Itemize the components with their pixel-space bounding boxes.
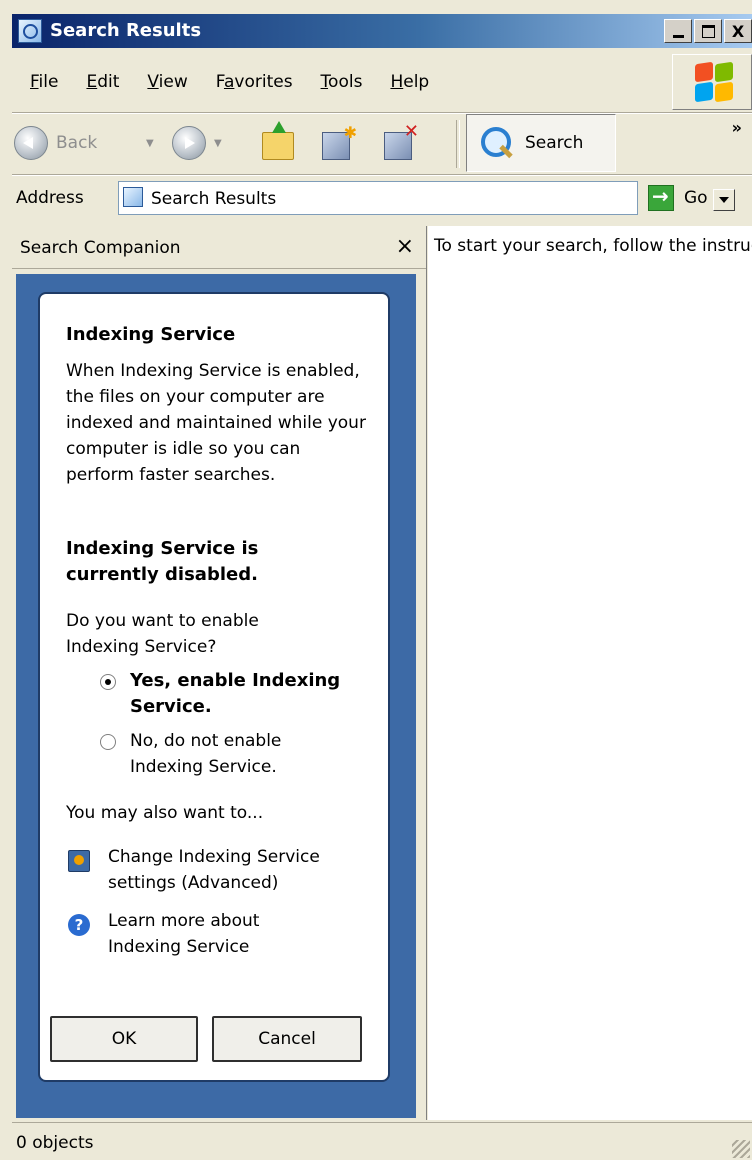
address-label: Address [16, 188, 84, 208]
search-companion-pane: Search Companion × Indexing Service When… [12, 226, 427, 1120]
menu-favorites[interactable]: Favorites [202, 72, 307, 92]
cancel-button[interactable]: Cancel [212, 1016, 362, 1062]
address-field[interactable]: Search Results [118, 181, 735, 215]
search-icon [481, 127, 511, 157]
maximize-button[interactable] [694, 19, 722, 43]
windows-flag-icon [695, 61, 735, 103]
up-folder-icon[interactable] [262, 121, 294, 160]
menu-edit[interactable]: Edit [72, 72, 133, 92]
radio-no-label[interactable]: No, do not enable Indexing Service. [130, 728, 350, 780]
close-icon: X [731, 21, 745, 41]
question-text: Do you want to enable Indexing Service? [66, 611, 259, 657]
new-item-icon[interactable]: ✱ [322, 123, 357, 160]
back-dropdown-icon[interactable]: ▼ [146, 138, 154, 149]
toolbar-divider [12, 174, 752, 176]
go-arrow-icon[interactable] [648, 184, 674, 211]
radio-no[interactable] [100, 734, 116, 750]
menu-view[interactable]: View [133, 72, 201, 92]
menu-tools[interactable]: Tools [307, 72, 377, 92]
also-label: You may also want to... [66, 803, 264, 823]
address-dropdown-icon[interactable] [713, 189, 735, 211]
forward-dropdown-icon[interactable]: ▼ [214, 138, 222, 149]
status-text: Indexing Service is currently disabled. [66, 538, 259, 585]
explorer-window: Search Results X File Edit View Favorite… [0, 0, 752, 1159]
back-arrow-icon[interactable] [14, 126, 48, 160]
title-bar[interactable]: Search Results X [12, 14, 752, 48]
search-button-label: Search [525, 133, 584, 153]
results-pane: To start your search, follow the instruc… [428, 226, 752, 1120]
results-message: To start your search, follow the instruc… [434, 236, 752, 256]
status-text: 0 objects [16, 1133, 94, 1153]
settings-icon [68, 850, 90, 872]
delete-icon[interactable]: ✕ [384, 121, 419, 160]
windows-logo-box [672, 54, 752, 110]
pane-title: Search Companion [20, 238, 181, 258]
card-heading: Indexing Service [66, 324, 236, 345]
go-button-label[interactable]: Go [684, 188, 708, 208]
address-value: Search Results [151, 189, 277, 209]
toolbar-separator [456, 120, 460, 168]
change-settings-link[interactable]: Change Indexing Service settings (Advanc… [108, 844, 368, 896]
caption-buttons: X [662, 19, 752, 43]
back-button-label[interactable]: Back [56, 133, 97, 153]
help-icon: ? [68, 914, 90, 936]
toolbar: Back ▼ ▼ ✱ ✕ Search » [12, 114, 752, 174]
learn-more-link[interactable]: Learn more about Indexing Service [108, 908, 328, 960]
window-title: Search Results [50, 20, 202, 41]
status-bar: 0 objects [12, 1122, 752, 1160]
search-button[interactable]: Search [466, 114, 616, 172]
radio-yes-label[interactable]: Yes, enable Indexing Service. [130, 668, 350, 720]
ok-button[interactable]: OK [50, 1016, 198, 1062]
indexing-service-card: Indexing Service When Indexing Service i… [38, 292, 390, 1082]
minimize-icon [672, 34, 684, 38]
search-results-icon [18, 19, 42, 43]
close-button[interactable]: X [724, 19, 752, 43]
close-pane-icon[interactable]: × [396, 234, 414, 259]
resize-grip-icon[interactable] [732, 1140, 750, 1158]
forward-arrow-icon[interactable] [172, 126, 206, 160]
pane-header: Search Companion × [12, 226, 426, 269]
radio-yes[interactable] [100, 674, 116, 690]
toolbar-overflow-icon[interactable]: » [732, 118, 742, 137]
search-results-icon [123, 187, 143, 207]
minimize-button[interactable] [664, 19, 692, 43]
menu-bar: File Edit View Favorites Tools Help [12, 52, 672, 112]
maximize-icon [701, 24, 715, 38]
menu-file[interactable]: File [16, 72, 72, 92]
card-description: When Indexing Service is enabled, the fi… [66, 361, 366, 485]
menu-help[interactable]: Help [376, 72, 443, 92]
address-bar: Address Search Results Go [12, 178, 752, 220]
